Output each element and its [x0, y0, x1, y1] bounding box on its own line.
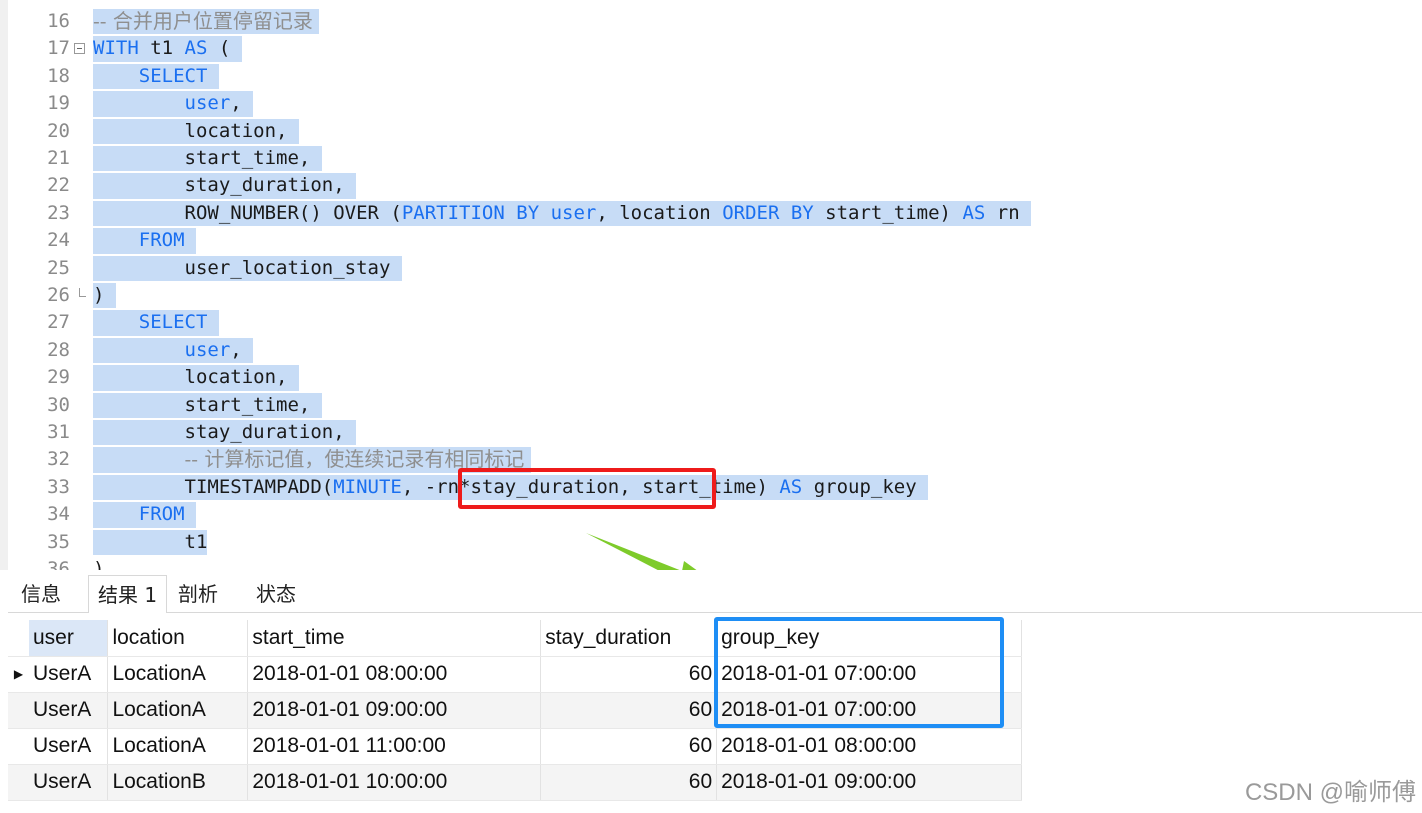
green-arrow-icon	[586, 533, 697, 570]
cell-location[interactable]: LocationA	[107, 728, 249, 765]
code-text[interactable]: SELECT	[93, 310, 219, 336]
line-number: 17	[47, 37, 70, 60]
code-text[interactable]: start_time,	[93, 146, 322, 172]
code-text[interactable]: user_location_stay	[93, 255, 402, 281]
cell-user[interactable]: UserA	[28, 764, 109, 801]
cell-stay-duration[interactable]: 60	[540, 656, 718, 693]
line-number: 33	[47, 475, 70, 498]
line-number: 27	[47, 311, 70, 334]
cell-location[interactable]: LocationB	[107, 764, 249, 801]
cell-user[interactable]: UserA	[28, 656, 109, 693]
table-row[interactable]: UserA LocationB 2018-01-01 10:00:00 60 2…	[8, 764, 1022, 801]
code-text[interactable]: -- 合并用户位置停留记录	[93, 9, 320, 35]
row-indicator	[8, 692, 29, 729]
row-indicator-header	[8, 620, 29, 657]
line-number: 23	[47, 201, 70, 224]
row-indicator	[8, 764, 29, 801]
line-number: 18	[47, 64, 70, 87]
code-text[interactable]: location,	[93, 118, 299, 144]
code-text[interactable]: )	[93, 283, 116, 309]
code-line: 27 SELECT	[0, 309, 1422, 336]
line-number: 20	[47, 119, 70, 142]
column-header-user[interactable]: user	[28, 620, 109, 657]
cell-stay-duration[interactable]: 60	[540, 764, 718, 801]
code-text[interactable]: SELECT	[93, 63, 219, 90]
code-line: 21 start_time,	[0, 145, 1422, 172]
row-indicator	[8, 728, 29, 765]
code-text[interactable]: stay_duration,	[93, 420, 357, 446]
code-line: 17 WITH t1 AS (	[0, 35, 1422, 62]
cell-location[interactable]: LocationA	[107, 692, 249, 729]
column-header-start-time[interactable]: start_time	[247, 620, 542, 657]
code-text[interactable]: WITH t1 AS (	[93, 36, 242, 62]
line-number: 22	[47, 174, 70, 197]
fold-end-icon	[74, 288, 88, 304]
code-line: 19 user,	[0, 90, 1422, 117]
line-number: 30	[47, 393, 70, 416]
cell-start-time[interactable]: 2018-01-01 10:00:00	[247, 764, 542, 801]
line-number: 36	[47, 558, 70, 570]
code-line: 31 stay_duration,	[0, 419, 1422, 446]
column-header-stay-duration[interactable]: stay_duration	[540, 620, 718, 657]
cell-start-time[interactable]: 2018-01-01 09:00:00	[247, 692, 542, 729]
code-line: 26)	[0, 282, 1422, 309]
code-text[interactable]: stay_duration,	[93, 173, 357, 199]
line-number: 21	[47, 147, 70, 169]
cell-start-time[interactable]: 2018-01-01 08:00:00	[247, 656, 542, 693]
line-number: 16	[47, 10, 70, 32]
code-text[interactable]: location,	[93, 365, 299, 391]
code-line: 16 -- 合并用户位置停留记录	[0, 8, 1422, 35]
code-text[interactable]: user,	[93, 337, 254, 364]
code-text[interactable]: t1	[93, 529, 208, 555]
cell-user[interactable]: UserA	[28, 692, 109, 729]
fold-toggle-icon[interactable]	[74, 41, 88, 57]
cell-group-key[interactable]: 2018-01-01 08:00:00	[716, 728, 1022, 765]
code-text[interactable]: start_time,	[93, 392, 322, 418]
code-line: 23 ROW_NUMBER() OVER (PARTITION BY user,…	[0, 200, 1422, 227]
line-number: 34	[47, 503, 70, 526]
code-text[interactable]: )	[93, 557, 104, 570]
cell-stay-duration[interactable]: 60	[540, 728, 718, 765]
line-number: 26	[47, 284, 70, 306]
cell-group-key[interactable]: 2018-01-01 09:00:00	[716, 764, 1022, 801]
cell-stay-duration[interactable]: 60	[540, 692, 718, 729]
table-row[interactable]: UserA LocationA 2018-01-01 11:00:00 60 2…	[8, 728, 1022, 765]
code-line: 25 user_location_stay	[0, 255, 1422, 282]
code-line: 28 user,	[0, 337, 1422, 364]
line-number: 28	[47, 338, 70, 361]
sql-editor[interactable]: 16 -- 合并用户位置停留记录 17 WITH t1 AS ( 18 SELECT…	[0, 0, 1422, 570]
tab-profile[interactable]: 剖析	[169, 575, 227, 613]
cell-location[interactable]: LocationA	[107, 656, 249, 693]
code-line: 29 location,	[0, 364, 1422, 391]
code-text[interactable]: ROW_NUMBER() OVER (PARTITION BY user, lo…	[93, 200, 1032, 227]
code-text[interactable]: FROM	[93, 228, 196, 254]
line-number: 35	[47, 530, 70, 553]
code-line: 20 location,	[0, 118, 1422, 145]
result-tabs: 信息 结果 1 剖析 状态	[8, 573, 1422, 613]
line-number: 29	[47, 366, 70, 389]
current-row-arrow-icon: ▶	[8, 656, 29, 693]
code-text[interactable]: user,	[93, 91, 254, 117]
line-number: 32	[47, 448, 70, 471]
code-line: 18 SELECT	[0, 63, 1422, 90]
code-text[interactable]: FROM	[93, 502, 196, 528]
highlight-red-box	[458, 468, 716, 509]
line-number: 25	[47, 256, 70, 279]
tab-info[interactable]: 信息	[12, 575, 70, 613]
code-line: 30 start_time,	[0, 392, 1422, 419]
line-number: 24	[47, 229, 70, 252]
tab-status[interactable]: 状态	[247, 575, 305, 613]
code-line: 22 stay_duration,	[0, 172, 1422, 199]
highlight-blue-box	[714, 617, 1004, 728]
code-line: 24 FROM	[0, 227, 1422, 254]
line-number: 19	[47, 92, 70, 115]
watermark: CSDN @喻师傅	[1244, 779, 1416, 806]
tab-result-1[interactable]: 结果 1	[88, 575, 168, 613]
cell-start-time[interactable]: 2018-01-01 11:00:00	[247, 728, 542, 765]
column-header-location[interactable]: location	[107, 620, 249, 657]
cell-user[interactable]: UserA	[28, 728, 109, 765]
line-number: 31	[47, 421, 70, 443]
